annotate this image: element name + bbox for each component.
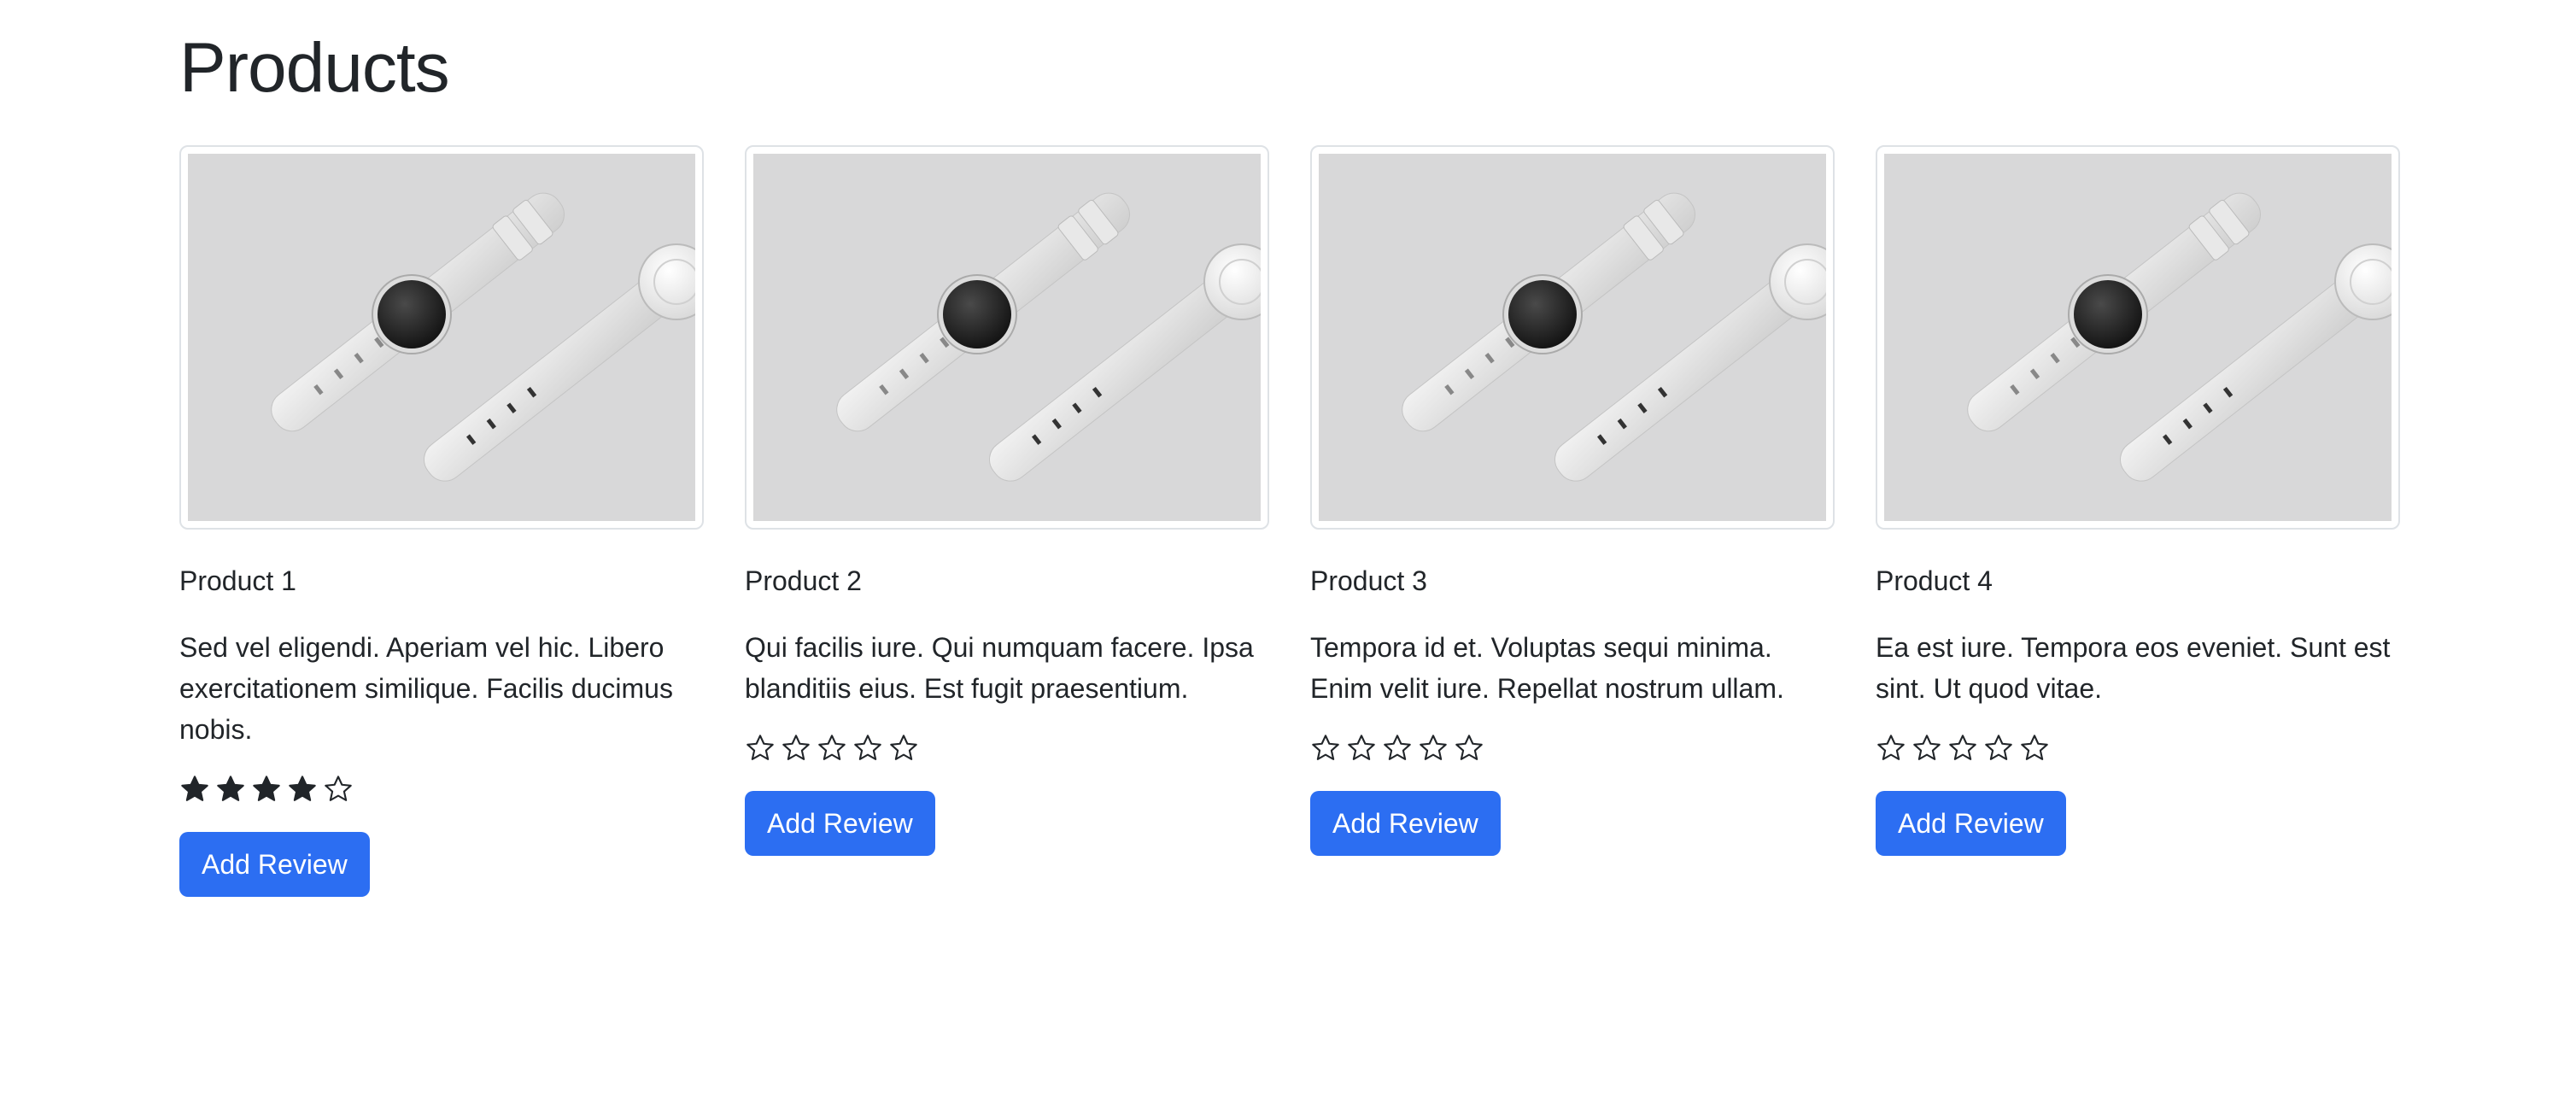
add-review-button[interactable]: Add Review bbox=[1876, 791, 2066, 856]
star-empty-icon[interactable] bbox=[1454, 733, 1484, 764]
star-empty-icon[interactable] bbox=[888, 733, 919, 764]
smartwatch-image bbox=[188, 154, 695, 521]
star-filled-icon[interactable] bbox=[251, 774, 282, 805]
product-description: Ea est iure. Tempora eos eveniet. Sunt e… bbox=[1876, 632, 2391, 704]
star-empty-icon[interactable] bbox=[1346, 733, 1377, 764]
product-description: Sed vel eligendi. Aperiam vel hic. Liber… bbox=[179, 632, 673, 745]
add-review-button[interactable]: Add Review bbox=[745, 791, 935, 856]
product-name: Product 1 bbox=[179, 565, 296, 596]
star-empty-icon[interactable] bbox=[1310, 733, 1341, 764]
product-description: Qui facilis iure. Qui numquam facere. Ip… bbox=[745, 632, 1254, 704]
product-name: Product 3 bbox=[1310, 565, 1427, 596]
product-grid: Product 1 Sed vel eligendi. Aperiam vel … bbox=[179, 145, 2400, 897]
product-image-frame bbox=[1876, 145, 2400, 530]
star-empty-icon[interactable] bbox=[2019, 733, 2050, 764]
star-empty-icon[interactable] bbox=[1418, 733, 1449, 764]
page-title: Products bbox=[179, 29, 450, 107]
star-empty-icon[interactable] bbox=[1912, 733, 1942, 764]
add-review-button[interactable]: Add Review bbox=[1310, 791, 1501, 856]
smartwatch-image bbox=[753, 154, 1261, 521]
product-name: Product 2 bbox=[745, 565, 862, 596]
product-image-frame bbox=[745, 145, 1269, 530]
add-review-button[interactable]: Add Review bbox=[179, 832, 370, 897]
star-rating[interactable] bbox=[179, 772, 704, 806]
star-rating[interactable] bbox=[1876, 731, 2400, 765]
star-empty-icon[interactable] bbox=[817, 733, 847, 764]
star-empty-icon[interactable] bbox=[852, 733, 883, 764]
product-name: Product 4 bbox=[1876, 565, 1993, 596]
product-card: Product 3 Tempora id et. Voluptas sequi … bbox=[1310, 145, 1835, 897]
star-empty-icon[interactable] bbox=[781, 733, 811, 764]
star-rating[interactable] bbox=[1310, 731, 1835, 765]
product-image-frame bbox=[179, 145, 704, 530]
star-empty-icon[interactable] bbox=[1983, 733, 2014, 764]
product-card: Product 1 Sed vel eligendi. Aperiam vel … bbox=[179, 145, 704, 897]
products-page: Products Product 1 Sed vel eligendi. Ape… bbox=[179, 0, 2400, 897]
star-filled-icon[interactable] bbox=[215, 774, 246, 805]
star-filled-icon[interactable] bbox=[179, 774, 210, 805]
star-filled-icon[interactable] bbox=[287, 774, 318, 805]
product-card: Product 2 Qui facilis iure. Qui numquam … bbox=[745, 145, 1269, 897]
product-image-frame bbox=[1310, 145, 1835, 530]
star-empty-icon[interactable] bbox=[323, 774, 354, 805]
star-empty-icon[interactable] bbox=[1382, 733, 1413, 764]
star-rating[interactable] bbox=[745, 731, 1269, 765]
product-description: Tempora id et. Voluptas sequi minima. En… bbox=[1310, 632, 1784, 704]
star-empty-icon[interactable] bbox=[1947, 733, 1978, 764]
smartwatch-image bbox=[1884, 154, 2392, 521]
product-card: Product 4 Ea est iure. Tempora eos eveni… bbox=[1876, 145, 2400, 897]
star-empty-icon[interactable] bbox=[1876, 733, 1906, 764]
star-empty-icon[interactable] bbox=[745, 733, 776, 764]
smartwatch-image bbox=[1319, 154, 1826, 521]
